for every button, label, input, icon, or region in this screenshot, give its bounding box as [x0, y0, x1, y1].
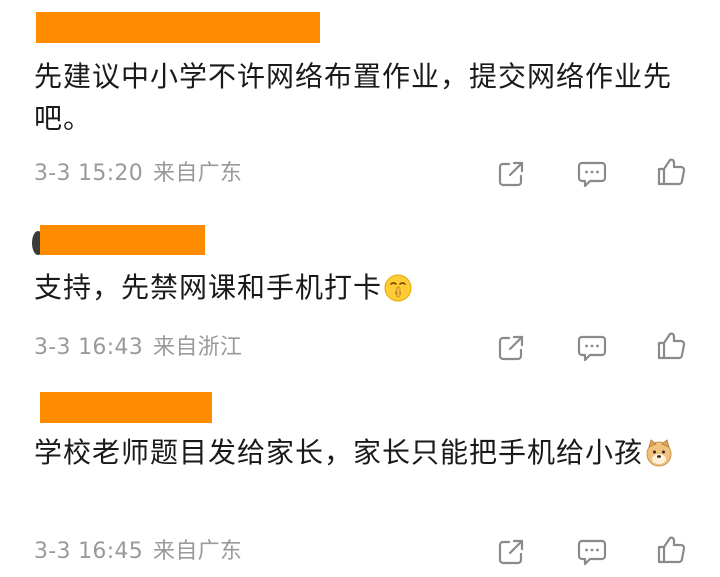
- shushing-face-emoji: [384, 274, 412, 302]
- comment-time: 3-3 15:20: [34, 161, 144, 186]
- share-button[interactable]: [495, 332, 527, 364]
- comment-icon: [577, 161, 607, 188]
- comment-icon: [577, 539, 607, 566]
- comment-meta: 3-3 15:20 来自广东: [34, 160, 242, 188]
- comment-text-body: 支持，先禁网课和手机打卡: [34, 271, 383, 304]
- redacted-username: [36, 12, 320, 43]
- share-icon: [498, 161, 524, 187]
- thumbs-up-icon: [657, 536, 686, 564]
- comment-text-body: 学校老师题目发给家长，家长只能把手机给小孩: [34, 436, 644, 469]
- share-button[interactable]: [495, 158, 527, 190]
- comment-button[interactable]: [576, 332, 608, 364]
- comment-text: 先建议中小学不许网络布置作业，提交网络作业先吧。: [34, 60, 673, 135]
- like-button[interactable]: [655, 534, 687, 566]
- thumbs-up-icon: [657, 332, 686, 360]
- comment-item: 先建议中小学不许网络布置作业，提交网络作业先吧。 3-3 15:20 来自广东: [0, 0, 720, 195]
- comment-text: 支持，先禁网课和手机打卡: [34, 267, 694, 309]
- share-icon: [498, 335, 524, 361]
- redacted-username: [40, 225, 205, 255]
- comment-location: 来自浙江: [153, 335, 243, 360]
- doge-emoji: [646, 439, 672, 467]
- comment-location: 来自广东: [153, 161, 243, 186]
- comment-time: 3-3 16:45: [34, 539, 144, 564]
- comment-item: 支持，先禁网课和手机打卡 3-3 16:43 来自浙江: [0, 195, 720, 375]
- like-button[interactable]: [655, 330, 687, 362]
- comment-time: 3-3 16:43: [34, 335, 144, 360]
- comment-meta: 3-3 16:43 来自浙江: [34, 334, 242, 362]
- thumbs-up-icon: [657, 158, 686, 186]
- comment-item: 学校老师题目发给家长，家长只能把手机给小孩 3-3 16:45 来自广东: [0, 375, 720, 577]
- share-icon: [498, 539, 524, 565]
- comment-meta: 3-3 16:45 来自广东: [34, 538, 242, 566]
- comment-button[interactable]: [576, 536, 608, 568]
- like-button[interactable]: [655, 156, 687, 188]
- share-button[interactable]: [495, 536, 527, 568]
- redacted-username: [40, 392, 212, 423]
- comment-icon: [577, 335, 607, 362]
- comment-button[interactable]: [576, 158, 608, 190]
- comment-text: 学校老师题目发给家长，家长只能把手机给小孩: [34, 432, 684, 474]
- comment-location: 来自广东: [153, 539, 243, 564]
